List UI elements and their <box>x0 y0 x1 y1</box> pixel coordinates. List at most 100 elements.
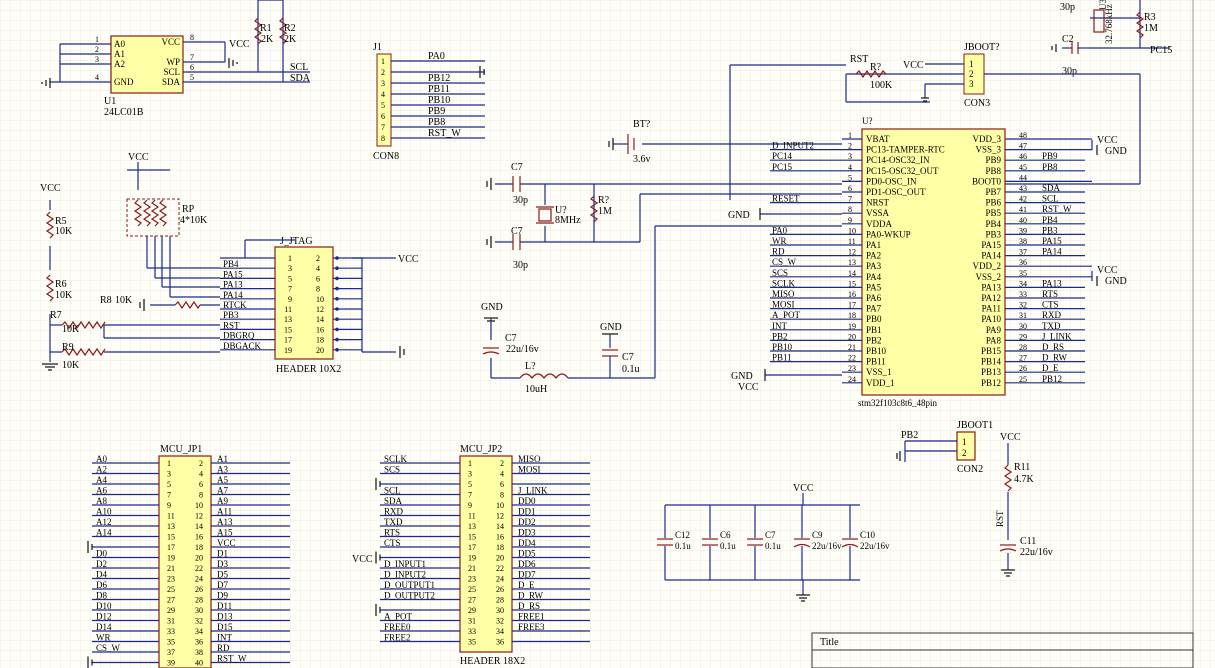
mcu_jp1-pin-number: 11 <box>167 512 175 521</box>
mcu_jp2-pin-number: 8 <box>500 491 504 500</box>
jtag-pin-number: 8 <box>316 285 320 294</box>
jtag-pin-number: 13 <box>284 315 292 324</box>
mcu-net-label: D_RS <box>1042 342 1064 352</box>
eeprom-scl-net: SCL <box>290 62 308 73</box>
eeprom-pin-number: 8 <box>190 33 194 42</box>
mcu_jp2-net-label: FREE3 <box>518 622 545 632</box>
mcu_jp1-pin-number: 12 <box>195 512 203 521</box>
mcu-pin-name: PA2 <box>866 251 881 261</box>
j1-net-label: PB11 <box>428 84 450 95</box>
mcu-net-label: WR <box>772 236 787 246</box>
mcu-pin-number: 18 <box>848 311 856 320</box>
mcu-net-label: PB9 <box>1042 151 1058 161</box>
mcu_jp1-pin-number: 7 <box>167 491 171 500</box>
pin-dot <box>335 337 339 342</box>
pin-dot <box>335 297 339 301</box>
mcu_jp2-net-label: DD4 <box>518 538 536 548</box>
mcu-pin-number: 19 <box>848 322 856 331</box>
filter-c7s-value: 0.1u <box>622 364 640 375</box>
mcu_jp1-net-label: A15 <box>217 528 233 538</box>
mcu_jp1-pin-number: 23 <box>167 575 175 584</box>
mcu-pin-number: 9 <box>848 216 852 225</box>
jtag-pin-number: 20 <box>316 346 324 355</box>
mcu-jp2-type: HEADER 18X2 <box>460 656 525 667</box>
mcu_jp2-net-label: FREE0 <box>384 622 411 632</box>
r9-value: 10K <box>62 360 80 371</box>
r8-ref: R8 <box>100 295 112 306</box>
mcu_jp1-pin-number: 28 <box>195 596 203 605</box>
eeprom-pin-name: A0 <box>114 39 125 49</box>
eeprom-pin-name: SDA <box>162 77 181 87</box>
mcu_jp1-net-label: A12 <box>96 517 112 527</box>
mcu-pin-number: 8 <box>848 205 852 214</box>
mcu-net-label: PB12 <box>1042 374 1062 384</box>
r1-value: 2K <box>261 34 274 45</box>
mcu_jp2-pin-number: 28 <box>496 596 504 605</box>
rp-ref: RP <box>182 204 195 215</box>
mcu_jp1-net-label: WR <box>96 633 111 643</box>
mcu-pin-name: PB0 <box>866 314 882 324</box>
mcu-net-label: TXD <box>1042 321 1061 331</box>
filter-gnd2: GND <box>600 322 622 333</box>
decap-ref: C10 <box>860 530 876 540</box>
mcu-pin-name: PA9 <box>986 325 1002 335</box>
mcu-net-label: PB10 <box>772 342 793 352</box>
inductor-value: 10uH <box>525 384 547 395</box>
mcu_jp1-net-label: CS_W <box>96 643 121 653</box>
mcu_jp1-net-label: D15 <box>217 622 233 632</box>
mcu-pin-name: NRST <box>866 198 890 208</box>
mcu_jp1-net-label: A9 <box>217 496 228 506</box>
mcu-pin-name: PA14 <box>981 251 1001 261</box>
j1-pin-number: 3 <box>381 79 385 88</box>
j1-net-label: PB12 <box>428 73 450 84</box>
mcu_jp1-pin-number: 14 <box>195 522 203 531</box>
eeprom-vcc-net: VCC <box>229 39 250 50</box>
eeprom-pin-number: 7 <box>190 53 194 62</box>
mcu_jp1-pin-number: 35 <box>167 638 175 647</box>
mcu_jp1-net-label: D6 <box>96 580 107 590</box>
c7b-value: 30p <box>513 260 528 271</box>
mcu-pin-number: 5 <box>848 173 852 182</box>
mcu_jp1-pin-number: 30 <box>195 606 203 615</box>
reset-net: RST <box>995 510 1005 527</box>
r2-ref: R2 <box>284 23 296 34</box>
mcu-net-label: PC14 <box>772 151 793 161</box>
mcu_jp1-pin-number: 25 <box>167 585 175 594</box>
j1-pin-number: 2 <box>381 68 385 77</box>
mcu-jp2-vcc: VCC <box>352 554 373 565</box>
eeprom-pin-number: 5 <box>190 73 194 82</box>
mcu-net-label: RXD <box>1042 310 1062 320</box>
c11-ref: C11 <box>1020 536 1036 547</box>
mcu_jp1-pin-number: 20 <box>195 554 203 563</box>
jtag-net-label: DBGACK <box>223 341 262 351</box>
mcu_jp2-net-label: D_E <box>518 580 535 590</box>
jtag-pin-number: 9 <box>288 295 292 304</box>
mcu_jp2-pin-number: 6 <box>500 480 504 489</box>
mcu-pin-name: VBAT <box>866 134 890 144</box>
j1-net-label: PB9 <box>428 106 445 117</box>
jtag-pin-number: 10 <box>316 295 324 304</box>
crystal32k-freq: 32.768kHz <box>1104 4 1114 44</box>
mcu_jp1-net-label: D2 <box>96 559 107 569</box>
mcu_jp1-net-label: D1 <box>217 549 228 559</box>
mcu-pin-name: VSSA <box>866 208 890 218</box>
c2-value: 30p <box>1062 66 1077 77</box>
c7b-ref: C7 <box>511 226 523 237</box>
osc-freq: 8MHz <box>555 215 581 226</box>
eeprom-part: 24LC01B <box>104 107 144 118</box>
mcu_jp2-net-label: D_RS <box>518 601 540 611</box>
mcu-pin-number: 2 <box>848 142 852 151</box>
mcu_jp1-net-label: D5 <box>217 570 228 580</box>
jtag-pin-number: 3 <box>288 264 292 273</box>
mcu-pin-name: PC13-TAMPER-RTC <box>866 145 945 155</box>
r9-ref: R9 <box>62 342 74 353</box>
mcu-net-label: PB8 <box>1042 162 1058 172</box>
mcu_jp2-net-label: DD0 <box>518 496 536 506</box>
mcu-pin-number: 7 <box>848 195 852 204</box>
mcu_jp2-net-label: TXD <box>384 517 403 527</box>
mcu_jp2-pin-number: 34 <box>496 627 504 636</box>
jtag-net-label: PA15 <box>223 269 243 279</box>
mcu-net-label: SCS <box>772 268 788 278</box>
j1-pin-number: 1 <box>381 57 385 66</box>
mcu-pin-name: PD1-OSC_OUT <box>866 187 926 197</box>
